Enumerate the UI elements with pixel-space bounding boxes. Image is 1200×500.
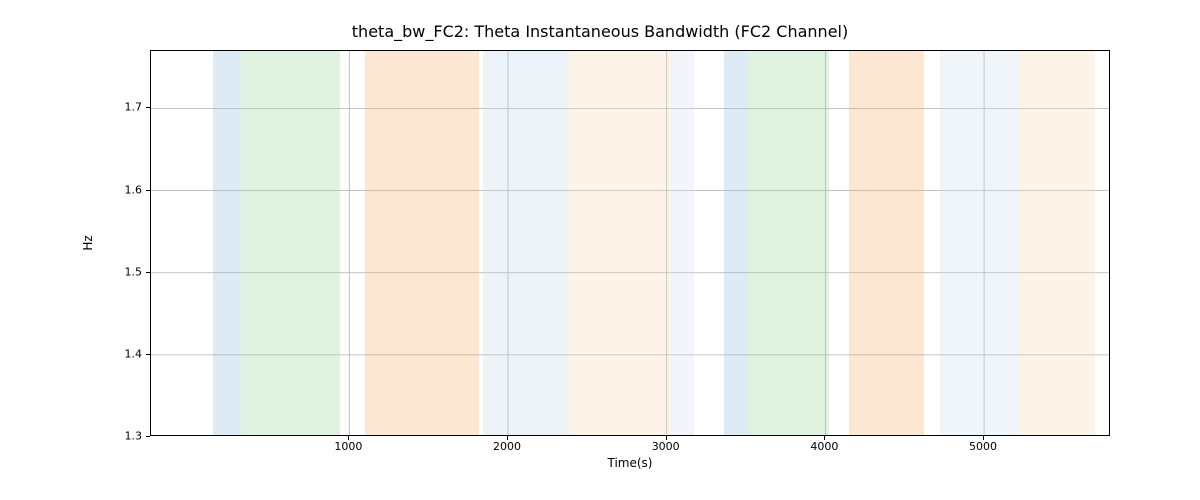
y-tick-label: 1.6 — [125, 183, 143, 196]
highlight-span — [724, 51, 748, 435]
y-tick-label: 1.3 — [125, 430, 143, 443]
x-tick-label: 5000 — [969, 440, 997, 453]
y-axis-label: Hz — [81, 235, 95, 250]
y-tick-label: 1.7 — [125, 101, 143, 114]
x-tick-label: 4000 — [810, 440, 838, 453]
x-tick-label: 1000 — [334, 440, 362, 453]
y-tick-label: 1.4 — [125, 347, 143, 360]
highlight-span — [1019, 51, 1095, 435]
highlight-span — [483, 51, 569, 435]
highlight-span — [365, 51, 479, 435]
highlight-span — [241, 51, 339, 435]
plot-axes — [150, 50, 1110, 436]
x-tick-label: 3000 — [652, 440, 680, 453]
highlight-span — [568, 51, 670, 435]
highlight-span — [213, 51, 242, 435]
highlight-span — [670, 51, 694, 435]
y-tick-label: 1.5 — [125, 265, 143, 278]
chart-title: theta_bw_FC2: Theta Instantaneous Bandwi… — [0, 22, 1200, 41]
figure: theta_bw_FC2: Theta Instantaneous Bandwi… — [0, 0, 1200, 500]
highlight-span — [849, 51, 924, 435]
highlight-span — [940, 51, 1019, 435]
x-tick-label: 2000 — [493, 440, 521, 453]
highlight-span — [748, 51, 829, 435]
x-axis-label: Time(s) — [608, 456, 653, 470]
